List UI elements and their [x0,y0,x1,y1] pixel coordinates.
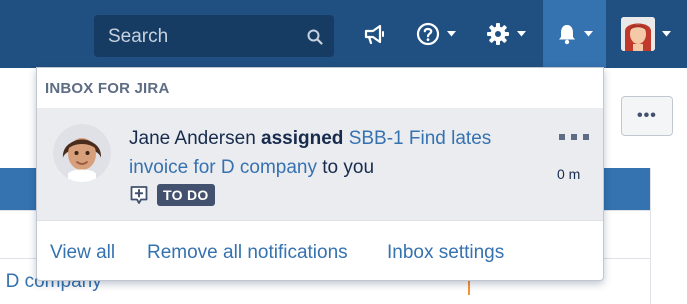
help-menu-button[interactable] [408,0,464,68]
notification-item[interactable]: Jane Andersen assigned SBB-1 Find lates … [37,108,603,220]
announcements-button[interactable] [352,0,396,68]
notification-action: assigned [261,128,344,149]
panel-title: INBOX FOR JIRA [45,80,170,97]
search-icon [307,29,323,45]
view-all-link[interactable]: View all [50,242,115,264]
help-icon [416,22,440,46]
chevron-down-icon [662,31,671,37]
inbox-dropdown: INBOX FOR JIRA Jane Andersen assigned SB… [36,67,604,281]
status-badge: TO DO [157,184,215,206]
notification-time: 0 m [557,166,581,182]
more-options-icon[interactable] [559,132,589,142]
user-profile-button[interactable] [614,0,678,68]
bell-icon [558,25,575,45]
actor-avatar [53,124,111,182]
user-avatar [621,17,655,51]
notification-meta: TO DO [129,184,215,206]
chevron-down-icon [447,31,456,37]
notification-suffix: to you [322,157,375,178]
divider [37,220,603,221]
task-type-icon [130,186,148,204]
settings-menu-button[interactable] [476,0,536,68]
search-input[interactable]: Search [94,15,334,57]
notifications-button[interactable] [543,0,606,68]
more-actions-button[interactable]: ••• [621,96,673,136]
chevron-down-icon [517,31,526,37]
gear-icon [487,23,509,45]
more-icon: ••• [637,107,657,124]
chevron-down-icon [583,31,593,37]
megaphone-icon [364,24,384,45]
search-placeholder: Search [108,26,169,47]
divider [650,168,651,304]
remove-all-notifications-link[interactable]: Remove all notifications [147,242,348,264]
top-navigation-bar: Search [0,0,687,68]
inbox-settings-link[interactable]: Inbox settings [387,242,504,264]
notification-text: Jane Andersen assigned SBB-1 Find lates … [129,124,529,182]
actor-name: Jane Andersen [129,128,256,149]
